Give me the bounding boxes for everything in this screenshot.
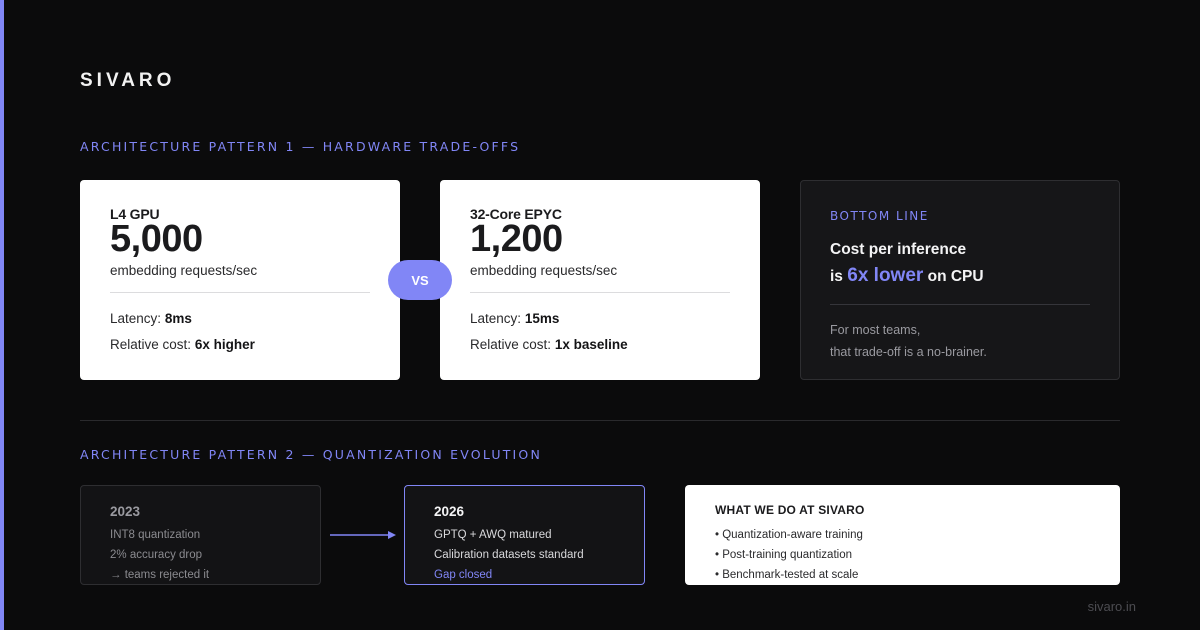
- section-divider: [80, 420, 1120, 421]
- what-we-do-item: • Post-training quantization: [715, 549, 852, 561]
- brand-logo: SIVARO: [80, 70, 176, 91]
- footer-url: sivaro.in: [1087, 599, 1136, 614]
- gpu-divider: [110, 292, 370, 293]
- era-2026-line-highlight: Gap closed: [434, 569, 493, 581]
- era-2026-line: GPTQ + AWQ matured: [434, 529, 552, 541]
- bottom-line-card: BOTTOM LINE Cost per inference is 6x low…: [800, 180, 1120, 380]
- left-accent-bar: [0, 0, 4, 630]
- bottom-line-line2: is 6x lower on CPU: [830, 263, 1090, 290]
- cpu-cost-label: Relative cost:: [470, 337, 552, 352]
- bottom-line-note-1: For most teams,: [830, 323, 921, 337]
- era-2023-line: → teams rejected it: [110, 569, 210, 581]
- cpu-unit: embedding requests/sec: [470, 263, 618, 278]
- what-we-do-item: • Quantization-aware training: [715, 529, 863, 541]
- era-2023-line: 2% accuracy drop: [110, 549, 203, 561]
- bottom-line-suffix: on CPU: [927, 268, 984, 285]
- gpu-card: L4 GPU 5,000 embedding requests/sec Late…: [80, 180, 400, 380]
- era-2023-card: 2023 INT8 quantization 2% accuracy drop …: [80, 485, 321, 585]
- bottom-line-note-2: that trade-off is a no-brainer.: [830, 345, 987, 359]
- era-2023-year: 2023: [110, 504, 141, 519]
- era-2026-year: 2026: [434, 504, 465, 519]
- gpu-cost-row: Relative cost: 6x higher: [110, 332, 370, 358]
- gpu-cost-value: 6x higher: [194, 337, 255, 352]
- what-we-do-title: WHAT WE DO AT SIVARO: [715, 503, 865, 517]
- section-2-label: ARCHITECTURE PATTERN 2 — QUANTIZATION EV…: [80, 447, 543, 462]
- cpu-cost-value: 1x baseline: [554, 337, 628, 352]
- cpu-card: 32-Core EPYC 1,200 embedding requests/se…: [440, 180, 760, 380]
- what-we-do-card: WHAT WE DO AT SIVARO • Quantization-awar…: [685, 485, 1120, 585]
- cpu-throughput: 1,200: [470, 218, 563, 260]
- gpu-cost-label: Relative cost:: [110, 337, 192, 352]
- bottom-line-highlight: 6x lower: [847, 265, 924, 286]
- era-2026-line: Calibration datasets standard: [434, 549, 584, 561]
- gpu-unit: embedding requests/sec: [110, 263, 258, 278]
- vs-badge: VS: [388, 260, 452, 300]
- arrow-right-icon: [330, 531, 396, 539]
- era-2023-line: INT8 quantization: [110, 529, 201, 541]
- bottom-line-headline: Cost per inference is 6x lower on CPU: [830, 237, 1090, 290]
- cpu-cost-row: Relative cost: 1x baseline: [470, 332, 730, 358]
- section-1-label: ARCHITECTURE PATTERN 1 — HARDWARE TRADE-…: [80, 139, 521, 154]
- bottom-line-divider: [830, 304, 1090, 305]
- cpu-latency-value: 15ms: [524, 311, 560, 326]
- gpu-latency-label: Latency:: [110, 311, 162, 326]
- gpu-latency-row: Latency: 8ms: [110, 306, 370, 332]
- what-we-do-item: • Benchmark-tested at scale: [715, 569, 859, 581]
- cpu-latency-row: Latency: 15ms: [470, 306, 730, 332]
- gpu-throughput: 5,000: [110, 218, 203, 260]
- bottom-line-prefix: is: [830, 268, 843, 285]
- bottom-line-line1: Cost per inference: [830, 241, 967, 258]
- era-2026-card: 2026 GPTQ + AWQ matured Calibration data…: [404, 485, 645, 585]
- cpu-latency-label: Latency:: [470, 311, 522, 326]
- bottom-line-label: BOTTOM LINE: [830, 209, 929, 223]
- gpu-latency-value: 8ms: [164, 311, 192, 326]
- cpu-divider: [470, 292, 730, 293]
